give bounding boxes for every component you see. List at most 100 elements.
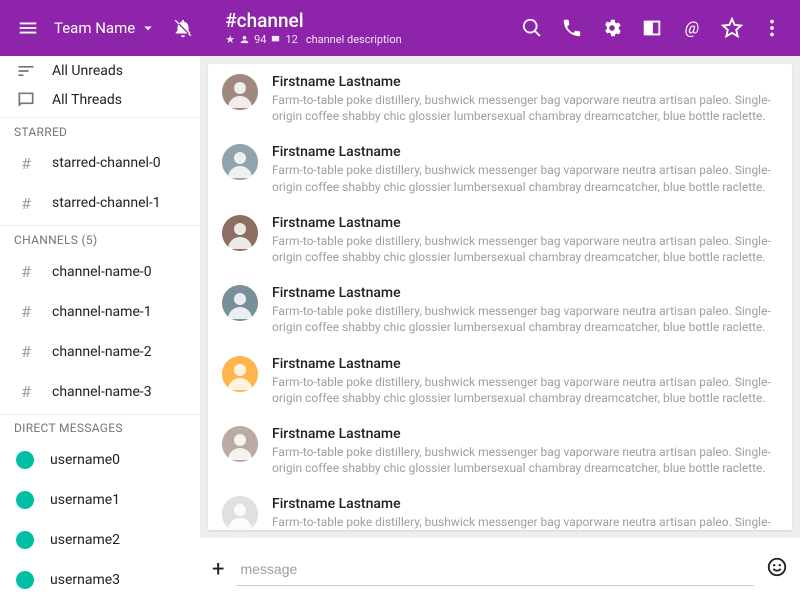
message-input[interactable] bbox=[236, 553, 754, 586]
all-threads[interactable]: All Threads bbox=[0, 86, 200, 116]
avatar bbox=[222, 215, 258, 251]
phone-icon bbox=[561, 17, 583, 39]
hash-icon: # bbox=[16, 302, 36, 321]
message-author: Firstname Lastname bbox=[272, 285, 778, 301]
dm-username2[interactable]: username2 bbox=[0, 520, 200, 560]
channel-label: channel-name-1 bbox=[52, 304, 152, 320]
all-unreads-label: All Unreads bbox=[52, 63, 123, 79]
notifications-button[interactable] bbox=[163, 8, 203, 48]
message-row[interactable]: Firstname Lastname Farm-to-table poke dis… bbox=[208, 346, 792, 416]
avatar bbox=[222, 285, 258, 321]
favorite-button[interactable] bbox=[712, 8, 752, 48]
message-author: Firstname Lastname bbox=[272, 496, 778, 512]
message-row[interactable]: Firstname Lastname Farm-to-table poke dis… bbox=[208, 275, 792, 345]
dm-username3[interactable]: username3 bbox=[0, 560, 200, 600]
chat-icon bbox=[16, 90, 36, 110]
panel-button[interactable] bbox=[632, 8, 672, 48]
presence-dot bbox=[16, 571, 34, 589]
message-author: Firstname Lastname bbox=[272, 356, 778, 372]
settings-button[interactable] bbox=[592, 8, 632, 48]
channel-starred-channel-1[interactable]: #starred-channel-1 bbox=[0, 183, 200, 223]
hamburger-icon bbox=[17, 17, 39, 39]
call-button[interactable] bbox=[552, 8, 592, 48]
channel-header: #channel ★ 94 12 channel description bbox=[225, 11, 401, 46]
channel-channel-name-0[interactable]: # channel-name-0 bbox=[0, 252, 200, 292]
presence-dot bbox=[16, 531, 34, 549]
message-author: Firstname Lastname bbox=[272, 426, 778, 442]
message-text: Farm-to-table poke distillery, bushwick … bbox=[272, 444, 778, 476]
emoji-button[interactable] bbox=[766, 556, 788, 582]
member-count: 94 bbox=[254, 33, 266, 46]
message-row[interactable]: Firstname Lastname Farm-to-table poke dis… bbox=[208, 134, 792, 204]
message-row[interactable]: Firstname Lastname Farm-to-table poke dis… bbox=[208, 416, 792, 486]
all-unreads[interactable]: All Unreads bbox=[0, 56, 200, 86]
search-icon bbox=[521, 17, 543, 39]
channel-channel-name-1[interactable]: # channel-name-1 bbox=[0, 292, 200, 332]
topic-count: 12 bbox=[285, 33, 297, 46]
message-text: Farm-to-table poke distillery, bushwick … bbox=[272, 233, 778, 265]
hash-icon: # bbox=[16, 154, 36, 173]
channel-name: #channel bbox=[225, 11, 401, 30]
bell-off-icon bbox=[172, 17, 194, 39]
channel-label: channel-name-0 bbox=[52, 264, 152, 280]
message-text: Farm-to-table poke distillery, bushwick … bbox=[272, 303, 778, 335]
star-outline-icon bbox=[721, 17, 743, 39]
message-row[interactable]: Firstname LastnameFarm-to-table poke dis… bbox=[208, 486, 792, 530]
composer: + bbox=[200, 538, 800, 600]
at-icon: @ bbox=[681, 17, 703, 39]
sidebar: All Unreads All Threads STARRED #starred… bbox=[0, 56, 200, 600]
avatar bbox=[222, 74, 258, 110]
star-icon: ★ bbox=[225, 33, 235, 46]
dm-label: username2 bbox=[50, 532, 120, 548]
message-author: Firstname Lastname bbox=[272, 144, 778, 160]
channel-label: starred-channel-0 bbox=[52, 155, 161, 171]
channel-meta: ★ 94 12 channel description bbox=[225, 33, 401, 46]
menu-button[interactable] bbox=[8, 8, 48, 48]
message-text: Farm-to-table poke distillery, bushwick … bbox=[272, 92, 778, 124]
avatar bbox=[222, 426, 258, 462]
starred-header: STARRED bbox=[0, 120, 200, 144]
dots-vertical-icon bbox=[761, 17, 783, 39]
dm-label: username0 bbox=[50, 452, 120, 468]
avatar bbox=[222, 356, 258, 392]
channel-label: channel-name-3 bbox=[52, 384, 152, 400]
dm-username0[interactable]: username0 bbox=[0, 440, 200, 480]
gear-icon bbox=[601, 17, 623, 39]
mentions-button[interactable]: @ bbox=[672, 8, 712, 48]
channel-starred-channel-0[interactable]: # starred-channel-0 bbox=[0, 143, 200, 183]
avatar bbox=[222, 144, 258, 180]
presence-dot bbox=[16, 491, 34, 509]
hash-icon: # bbox=[16, 382, 36, 401]
sort-icon bbox=[16, 61, 36, 81]
message-row[interactable]: Firstname Lastname Farm-to-table poke dis… bbox=[208, 205, 792, 275]
topbar: Team Name #channel ★ 94 12 channel descr… bbox=[0, 0, 800, 56]
channel-label: channel-name-2 bbox=[52, 344, 152, 360]
message-author: Firstname Lastname bbox=[272, 74, 778, 90]
message-text: Farm-to-table poke distillery, bushwick … bbox=[272, 374, 778, 406]
smile-icon bbox=[766, 556, 788, 578]
team-dropdown[interactable]: Team Name bbox=[48, 19, 163, 37]
channel-channel-name-2[interactable]: # channel-name-2 bbox=[0, 332, 200, 372]
svg-text:@: @ bbox=[685, 20, 699, 39]
dm-label: username1 bbox=[50, 492, 120, 508]
attach-button[interactable]: + bbox=[212, 557, 224, 582]
dm-username1[interactable]: username1 bbox=[0, 480, 200, 520]
person-icon bbox=[239, 34, 250, 45]
message-row[interactable]: Firstname Lastname Farm-to-table poke dis… bbox=[208, 64, 792, 134]
dm-header: DIRECT MESSAGES bbox=[0, 416, 200, 440]
message-text: Farm-to-table poke distillery, bushwick … bbox=[272, 162, 778, 194]
message-list[interactable]: Firstname Lastname Farm-to-table poke dis… bbox=[208, 64, 792, 530]
dm-label: username3 bbox=[50, 572, 120, 588]
main-panel: Firstname Lastname Farm-to-table poke dis… bbox=[200, 56, 800, 600]
channel-channel-name-3[interactable]: # channel-name-3 bbox=[0, 372, 200, 412]
search-button[interactable] bbox=[512, 8, 552, 48]
channel-label: starred-channel-1 bbox=[52, 195, 161, 211]
hash-icon: # bbox=[16, 262, 36, 281]
avatar bbox=[222, 496, 258, 530]
message-author: Firstname Lastname bbox=[272, 215, 778, 231]
channel-description: channel description bbox=[306, 33, 402, 46]
more-button[interactable] bbox=[752, 8, 792, 48]
hash-icon: # bbox=[16, 342, 36, 361]
all-threads-label: All Threads bbox=[52, 92, 122, 108]
channels-header: CHANNELS (5) bbox=[0, 228, 200, 252]
